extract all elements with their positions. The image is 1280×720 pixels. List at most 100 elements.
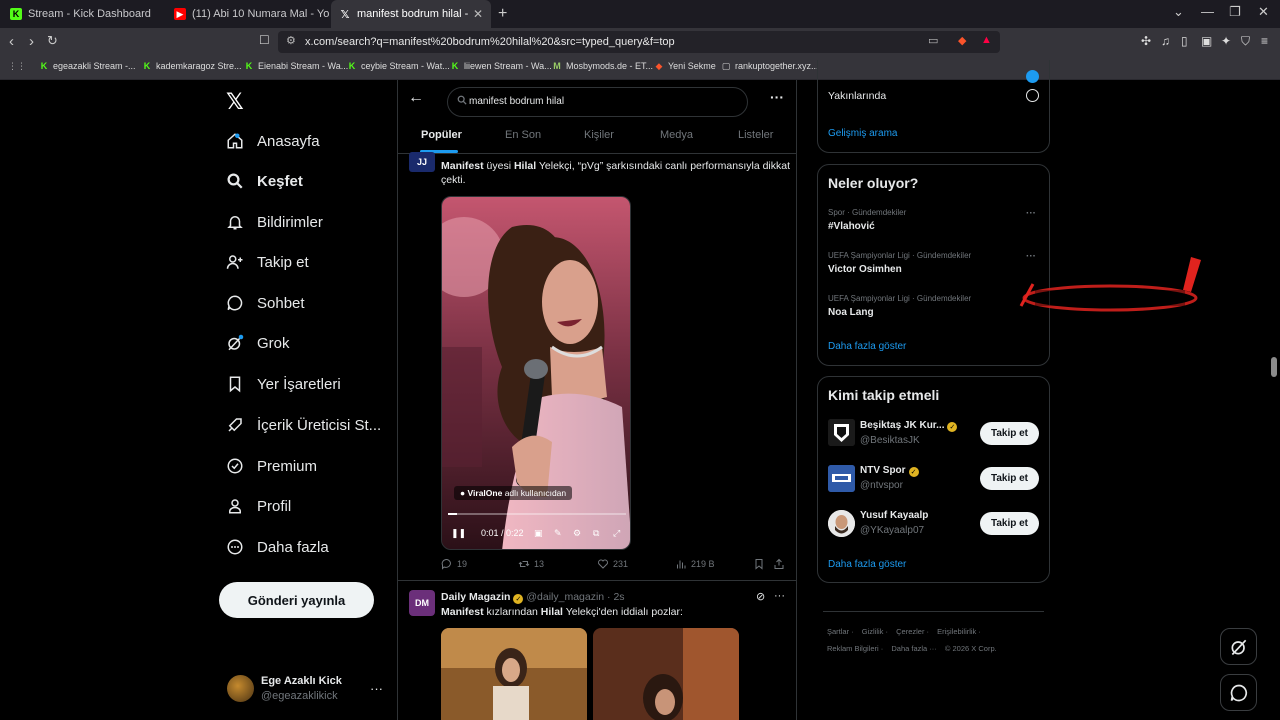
media-icon[interactable]: ♫ xyxy=(1161,34,1170,48)
follow-name[interactable]: Beşiktaş JK Kur... ✓ xyxy=(860,420,958,432)
wallet-icon[interactable]: ▣ xyxy=(1201,34,1212,48)
bookmark-item[interactable]: Kceybie Stream - Wat... xyxy=(347,61,450,71)
follow-more-link[interactable]: Daha fazla göster xyxy=(828,559,906,570)
author-handle[interactable]: @daily_magazin · 2s xyxy=(526,591,624,603)
bookmark-post-button[interactable] xyxy=(753,558,769,570)
bookmark-item[interactable]: M Mosbymods.de - ET... xyxy=(552,61,653,71)
follow-button[interactable]: Takip et xyxy=(980,512,1039,535)
page-scrollbar[interactable] xyxy=(1271,357,1277,377)
follow-name[interactable]: Yusuf Kayaalp xyxy=(860,510,928,521)
sidebar-icon[interactable]: ▯ xyxy=(1181,34,1188,48)
advanced-search-link[interactable]: Gelişmiş arama xyxy=(828,128,897,139)
back-button[interactable]: ‹ xyxy=(9,33,14,50)
footer-link[interactable]: Şartlar · xyxy=(827,627,854,636)
tab-lists[interactable]: Listeler xyxy=(738,129,773,141)
brave-rewards-icon[interactable]: ▲ xyxy=(981,34,992,46)
footer-link[interactable]: Gizlilik · xyxy=(862,627,888,636)
bookmark-item[interactable]: ◆ Yeni Sekme xyxy=(654,61,716,72)
close-tab-icon[interactable]: ✕ xyxy=(473,7,483,21)
nav-item-profile[interactable]: Profil xyxy=(226,491,291,521)
trends-more-link[interactable]: Daha fazla göster xyxy=(828,341,906,352)
bookmark-item[interactable]: ▢ rankuptogether.xyz... xyxy=(721,61,819,72)
x-logo[interactable]: 𝕏 xyxy=(226,89,244,115)
menu-icon[interactable]: ≡ xyxy=(1261,34,1268,48)
vpn-icon[interactable]: ⛉ xyxy=(1241,34,1250,49)
footer-link[interactable]: Daha fazla ··· xyxy=(891,644,936,653)
nav-item-creator-studio[interactable]: İçerik Üreticisi St... xyxy=(226,410,381,440)
messages-floating-button[interactable] xyxy=(1220,674,1257,711)
trend-name[interactable]: #Vlahović xyxy=(828,221,875,232)
nav-item-grok[interactable]: Grok xyxy=(226,328,290,358)
nav-item-premium[interactable]: Premium xyxy=(226,451,317,481)
trend-name[interactable]: Victor Osimhen xyxy=(828,264,902,275)
account-handle[interactable]: @egeazaklikick xyxy=(261,690,338,702)
address-bar[interactable]: ⚙ x.com/search?q=manifest%20bodrum%20hil… xyxy=(278,31,1000,53)
avatar[interactable] xyxy=(227,675,254,702)
maximize-button[interactable]: ❐ xyxy=(1229,4,1241,20)
follow-handle[interactable]: @ntvspor xyxy=(860,480,903,491)
brave-shield-icon[interactable]: ◆ xyxy=(958,34,966,47)
leo-ai-icon[interactable]: ✦ xyxy=(1221,34,1231,48)
nav-item-bookmarks[interactable]: Yer İşaretleri xyxy=(226,369,341,399)
views-button[interactable]: 219 B xyxy=(675,558,715,570)
pip-icon[interactable]: ⧉ xyxy=(593,528,599,539)
follow-button[interactable]: Takip et xyxy=(980,467,1039,490)
avatar[interactable]: JJ xyxy=(409,152,435,172)
avatar[interactable] xyxy=(828,465,855,492)
bookmark-item[interactable]: Kkademkaragoz Stre... xyxy=(142,61,242,71)
like-button[interactable]: 231 xyxy=(597,558,628,570)
avatar[interactable]: DM xyxy=(409,590,435,616)
pause-icon[interactable]: ❚❚ xyxy=(451,528,466,539)
video-attribution[interactable]: ● ViralOne adlı kullanıcıdan xyxy=(454,486,573,500)
video-player[interactable]: ● ViralOne adlı kullanıcıdan ❚❚ 0:01 / 0… xyxy=(441,196,631,550)
mute-icon[interactable]: ✎ xyxy=(554,528,562,539)
post-photo[interactable] xyxy=(441,628,587,720)
avatar[interactable] xyxy=(828,419,855,446)
account-menu-icon[interactable]: ··· xyxy=(370,681,383,696)
account-name[interactable]: Ege Azaklı Kick xyxy=(261,675,342,687)
trend-more-icon[interactable]: ··· xyxy=(1026,208,1036,219)
nav-item-notifications[interactable]: Bildirimler xyxy=(226,207,323,237)
browser-tab-youtube[interactable]: ▶ (11) Abi 10 Numara Mal - YouTube xyxy=(166,0,330,28)
near-you-radio[interactable] xyxy=(1026,89,1039,102)
tab-popular[interactable]: Popüler xyxy=(421,129,462,141)
search-input[interactable]: manifest bodrum hilal xyxy=(447,87,748,117)
cast-icon[interactable]: ▭ xyxy=(928,34,938,47)
post-more-icon[interactable]: ··· xyxy=(774,590,785,602)
follow-handle[interactable]: @YKayaalp07 xyxy=(860,525,924,536)
forward-button[interactable]: › xyxy=(29,33,34,50)
footer-link[interactable]: Reklam Bilgileri · xyxy=(827,644,883,653)
back-arrow-icon[interactable]: ← xyxy=(408,89,424,107)
nav-item-home[interactable]: Anasayfa xyxy=(226,126,320,156)
tab-latest[interactable]: En Son xyxy=(505,129,541,141)
follow-button[interactable]: Takip et xyxy=(980,422,1039,445)
trend-name[interactable]: Noa Lang xyxy=(828,307,874,318)
follow-name[interactable]: NTV Spor ✓ xyxy=(860,465,919,477)
filter-radio-selected[interactable] xyxy=(1026,70,1039,83)
captions-icon[interactable]: ▣ xyxy=(534,528,543,539)
post-button[interactable]: Gönderi yayınla xyxy=(219,582,374,618)
share-button[interactable] xyxy=(773,558,789,570)
extensions-icon[interactable]: ✣ xyxy=(1141,34,1151,48)
post-photo[interactable] xyxy=(593,628,739,720)
reply-button[interactable]: 19 xyxy=(441,558,467,570)
new-tab-button[interactable]: + xyxy=(498,5,507,23)
bookmark-item[interactable]: Kliiewen Stream - Wa... xyxy=(450,61,552,71)
apps-icon[interactable]: ⋮⋮ xyxy=(8,61,26,72)
search-options-icon[interactable]: ··· xyxy=(770,89,784,105)
nav-item-more[interactable]: Daha fazla xyxy=(226,532,329,562)
grok-floating-button[interactable] xyxy=(1220,628,1257,665)
settings-icon[interactable]: ⚙ xyxy=(573,528,581,539)
browser-tab-x[interactable]: 𝕏 manifest bodrum hilal - Arama / ✕ xyxy=(331,0,491,28)
nav-item-chat[interactable]: Sohbet xyxy=(226,288,305,318)
grok-explain-icon[interactable]: ⊘ xyxy=(756,590,765,603)
browser-tab-kick[interactable]: K Stream - Kick Dashboard xyxy=(2,0,168,28)
tab-people[interactable]: Kişiler xyxy=(584,129,614,141)
fullscreen-icon[interactable]: ⤢ xyxy=(613,528,620,539)
avatar[interactable] xyxy=(828,510,855,537)
footer-link[interactable]: Erişilebilirlik · xyxy=(937,627,981,636)
bookmark-item[interactable]: K Eienabi Stream - Wa... xyxy=(244,61,348,71)
author-name[interactable]: Daily Magazin xyxy=(441,591,510,603)
tab-media[interactable]: Medya xyxy=(660,129,693,141)
site-info-icon[interactable]: ⚙ xyxy=(286,34,296,47)
